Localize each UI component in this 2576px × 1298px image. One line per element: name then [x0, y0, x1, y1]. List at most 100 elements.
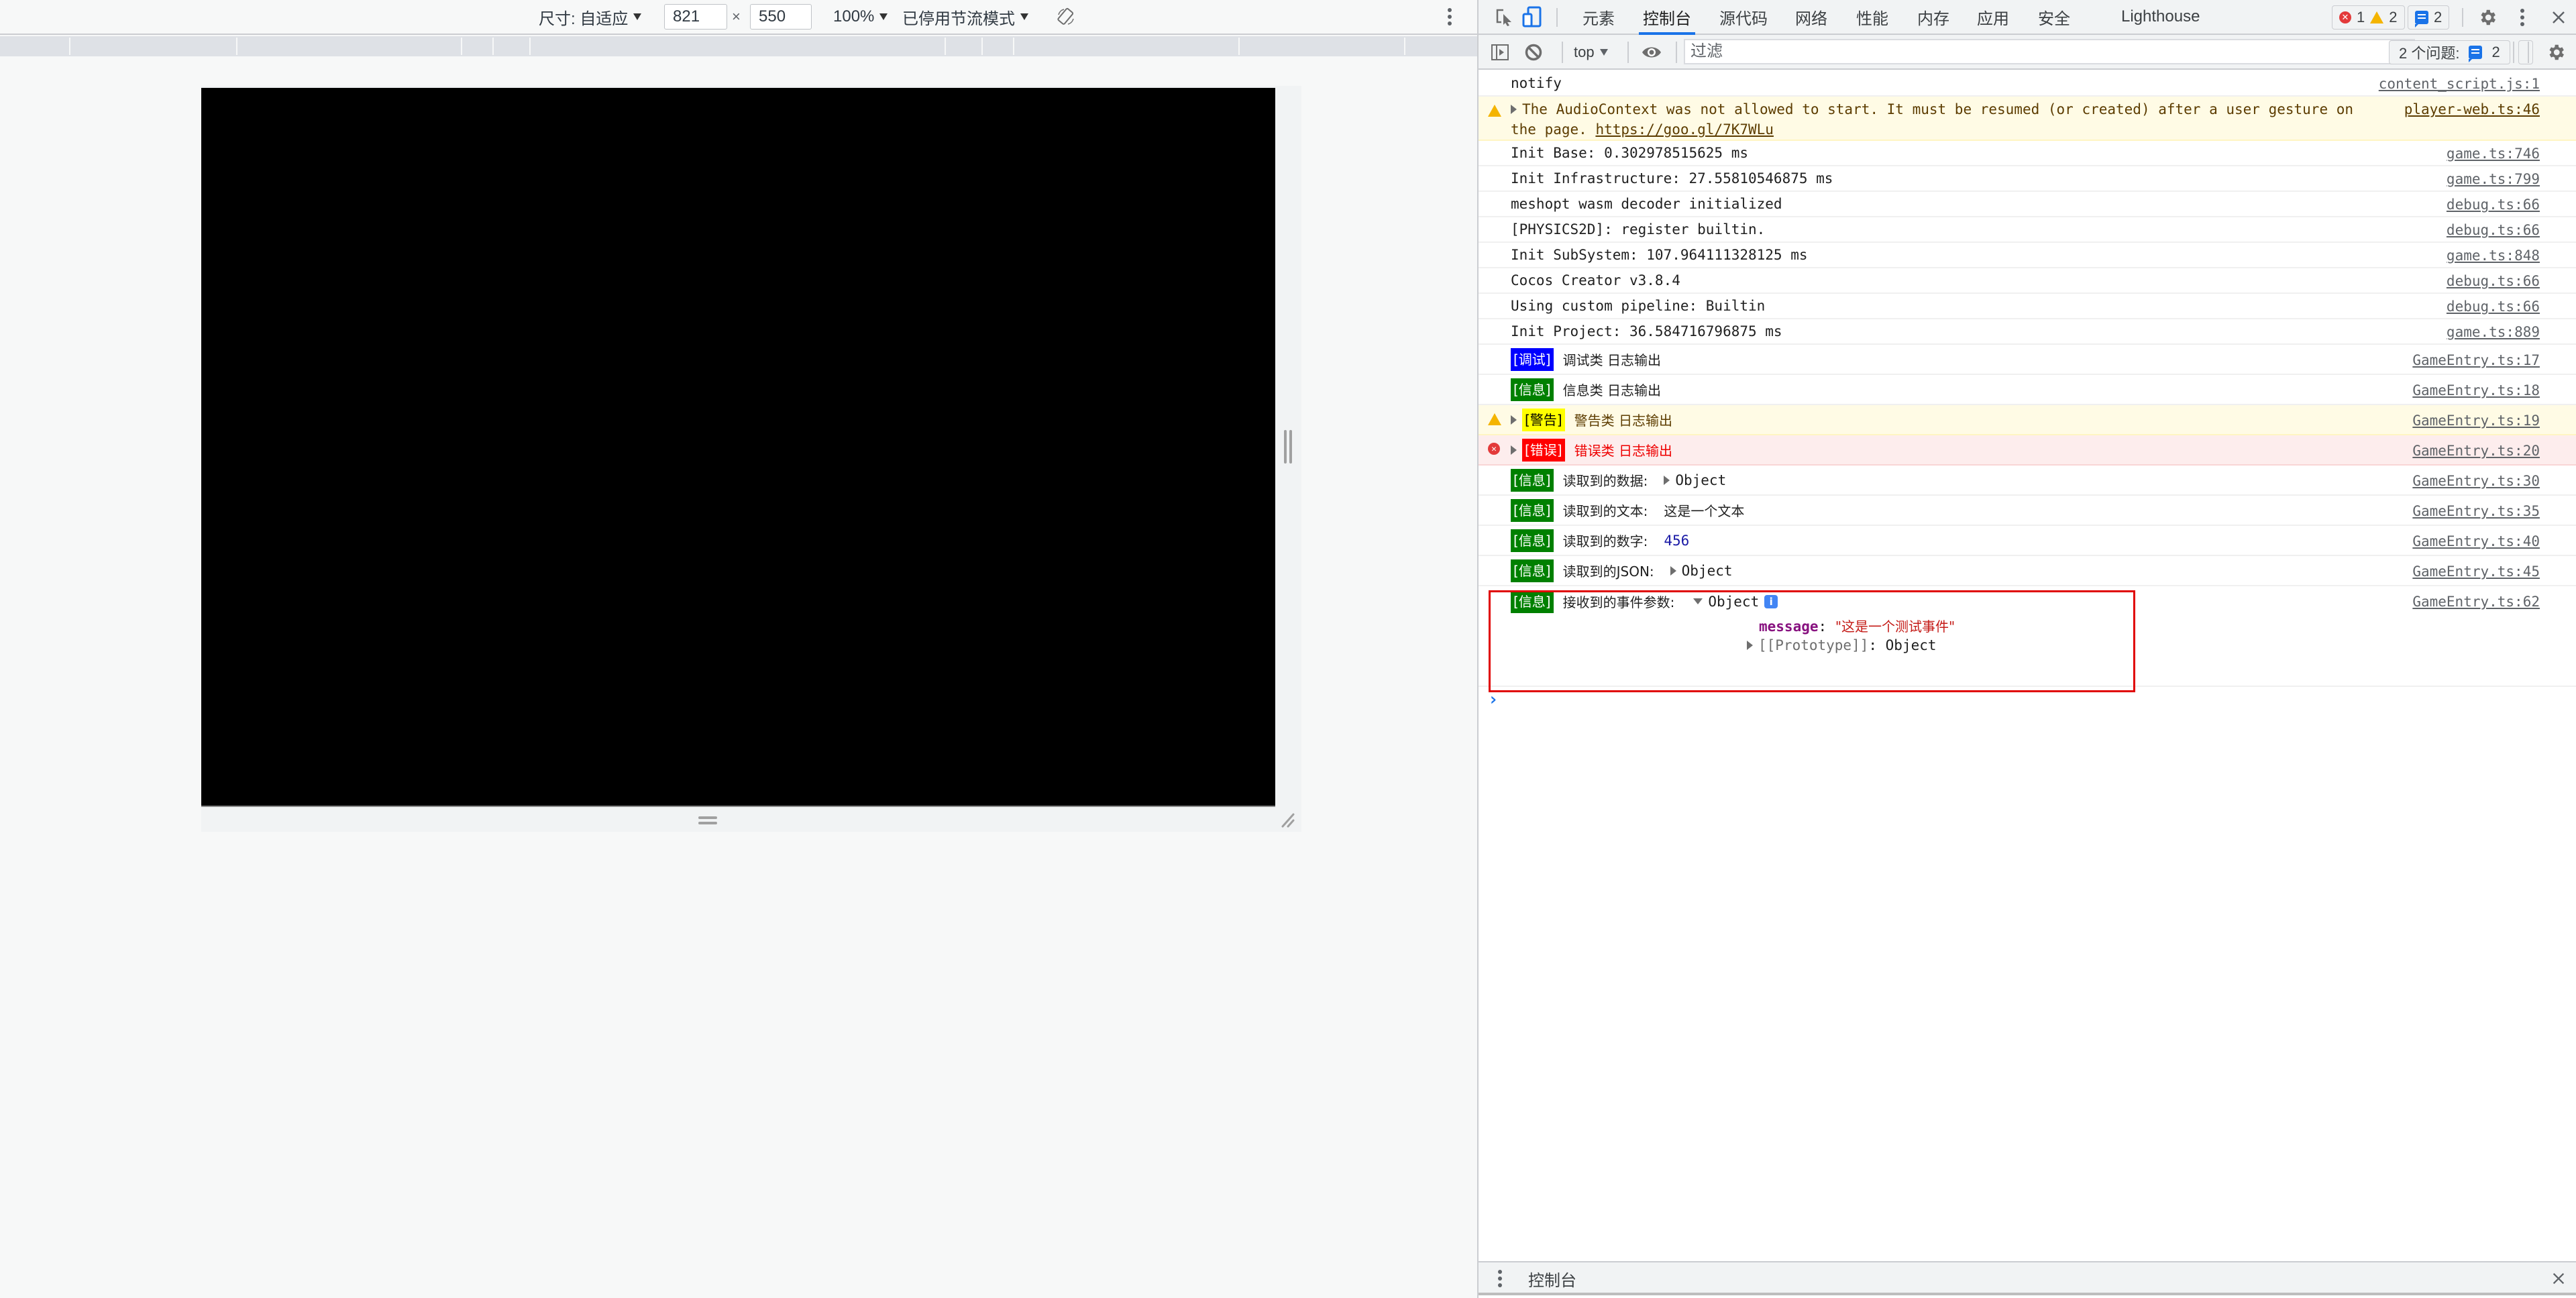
tab-memory[interactable]: 内存	[1917, 0, 1949, 34]
error-warning-counter[interactable]: ✕ 1 2	[2332, 5, 2405, 30]
number-value: 456	[1664, 532, 1690, 549]
console-message: meshopt wasm decoder initialized debug.t…	[1479, 192, 2576, 217]
chevron-down-icon	[1599, 49, 1608, 56]
source-link[interactable]: GameEntry.ts:19	[2412, 405, 2540, 435]
clear-console-button[interactable]	[1521, 40, 1546, 64]
message-text: 读取到的文本:	[1562, 503, 1648, 519]
source-link[interactable]: GameEntry.ts:62	[2412, 586, 2540, 616]
media-query-ruler[interactable]	[0, 36, 1477, 56]
toolbar-separator	[2513, 42, 2514, 63]
message-text: [PHYSICS2D]: register builtin.	[1511, 221, 1766, 237]
tab-sources[interactable]: 源代码	[1719, 0, 1768, 34]
tab-security[interactable]: 安全	[2038, 0, 2070, 34]
toggle-sidebar-button[interactable]	[1488, 40, 1512, 64]
source-link[interactable]: game.ts:889	[2447, 319, 2540, 345]
tab-elements[interactable]: 元素	[1582, 0, 1615, 34]
device-emulation-pane: 尺寸: 自适应 821 × 550 100% 已停用节流模式	[0, 0, 1477, 1298]
close-icon	[2553, 11, 2565, 23]
rotate-button[interactable]	[1056, 0, 1076, 34]
source-link[interactable]: game.ts:746	[2447, 141, 2540, 166]
device-height-input[interactable]: 550	[750, 4, 812, 30]
object-value[interactable]: Object	[1675, 472, 1726, 488]
source-link[interactable]: game.ts:799	[2447, 166, 2540, 192]
source-link[interactable]: game.ts:848	[2447, 243, 2540, 268]
dimensions-dropdown[interactable]: 尺寸: 自适应	[539, 0, 642, 34]
toolbar-separator	[1627, 42, 1629, 63]
source-link[interactable]: player-web.ts:46	[2404, 97, 2540, 122]
object-value[interactable]: Object	[1708, 594, 1759, 610]
resize-handle-right[interactable]	[1284, 430, 1293, 464]
console-settings-button[interactable]	[2544, 40, 2568, 64]
source-link[interactable]: debug.ts:66	[2447, 268, 2540, 294]
collapse-arrow-icon[interactable]	[1693, 598, 1703, 604]
tab-performance[interactable]: 性能	[1856, 0, 1888, 34]
context-selector[interactable]: top	[1574, 35, 1608, 70]
device-more-button[interactable]	[1446, 0, 1453, 34]
message-text: 信息类 日志输出	[1562, 382, 1661, 398]
device-toolbar-toggle[interactable]	[1520, 5, 1544, 30]
toolbar-separator	[1556, 8, 1558, 27]
source-link[interactable]: GameEntry.ts:18	[2412, 375, 2540, 405]
times-symbol: ×	[732, 8, 741, 25]
source-link[interactable]: GameEntry.ts:35	[2412, 496, 2540, 526]
issues-button[interactable]	[2518, 40, 2533, 64]
object-value[interactable]: Object	[1682, 563, 1733, 579]
resize-handle-corner[interactable]	[1280, 812, 1296, 828]
property-value: "这是一个测试事件"	[1835, 618, 1955, 635]
device-width-input[interactable]: 821	[664, 4, 727, 30]
error-count: 1	[2357, 9, 2365, 25]
source-link[interactable]: GameEntry.ts:40	[2412, 526, 2540, 556]
prototype-property[interactable]: [[Prototype]]: Object	[1747, 637, 1937, 653]
zoom-dropdown[interactable]: 100%	[833, 0, 888, 34]
throttle-dropdown[interactable]: 已停用节流模式	[902, 0, 1028, 34]
console-drawer-bar: 控制台	[1479, 1261, 2576, 1295]
source-link[interactable]: content_script.js:1	[2379, 71, 2540, 97]
resize-handle-bottom[interactable]	[698, 816, 717, 824]
message-count: 2	[2434, 9, 2443, 25]
devtools-menu-button[interactable]	[2510, 5, 2534, 30]
source-link[interactable]: debug.ts:66	[2447, 217, 2540, 243]
live-expression-button[interactable]	[1640, 40, 1664, 64]
tab-application[interactable]: 应用	[1977, 0, 2009, 34]
source-link[interactable]: GameEntry.ts:45	[2412, 556, 2540, 586]
inspect-element-button[interactable]	[1492, 5, 1516, 30]
expand-arrow-icon[interactable]	[1511, 415, 1517, 425]
source-link[interactable]: GameEntry.ts:20	[2412, 435, 2540, 466]
prototype-label: [[Prototype]]	[1758, 637, 1869, 653]
console-message-warning: The AudioContext was not allowed to star…	[1479, 97, 2576, 141]
drawer-menu-button[interactable]	[1488, 1266, 1512, 1291]
source-link[interactable]: debug.ts:66	[2447, 294, 2540, 319]
close-devtools-button[interactable]	[2546, 5, 2571, 30]
message-link[interactable]: https://goo.gl/7K7WLu	[1595, 121, 1774, 138]
issues-button[interactable]: 2 个问题: 2	[2389, 40, 2510, 64]
source-link[interactable]: GameEntry.ts:30	[2412, 466, 2540, 496]
clear-icon	[1525, 44, 1542, 61]
object-property: message: "这是一个测试事件"	[1759, 616, 1955, 635]
chevron-down-icon	[1020, 13, 1028, 20]
console-message: Init Project: 36.584716796875 ms game.ts…	[1479, 319, 2576, 345]
game-canvas[interactable]	[201, 88, 1275, 807]
drawer-tab-console[interactable]: 控制台	[1528, 1262, 1576, 1295]
console-filter-input[interactable]: 过滤	[1684, 39, 2415, 64]
console-message: Using custom pipeline: Builtin debug.ts:…	[1479, 294, 2576, 319]
info-icon[interactable]: i	[1764, 594, 1778, 608]
message-text: 接收到的事件参数:	[1562, 594, 1675, 610]
source-link[interactable]: debug.ts:66	[2447, 192, 2540, 217]
settings-button[interactable]	[2475, 5, 2500, 30]
source-link[interactable]: GameEntry.ts:17	[2412, 345, 2540, 375]
console-message: notify content_script.js:1	[1479, 71, 2576, 97]
rotate-icon	[1057, 7, 1074, 25]
expand-arrow-icon[interactable]	[1747, 641, 1753, 650]
expand-arrow-icon[interactable]	[1664, 475, 1670, 485]
expand-arrow-icon[interactable]	[1511, 445, 1517, 455]
gear-icon	[2481, 9, 2496, 25]
close-drawer-button[interactable]	[2546, 1266, 2571, 1291]
expand-arrow-icon[interactable]	[1511, 105, 1517, 114]
tab-network[interactable]: 网络	[1795, 0, 1827, 34]
eye-icon	[1642, 47, 1661, 58]
console-prompt[interactable]: ›	[1479, 687, 2576, 722]
issues-counter[interactable]: 2	[2408, 5, 2450, 30]
tab-console[interactable]: 控制台	[1639, 0, 1695, 35]
expand-arrow-icon[interactable]	[1670, 565, 1676, 576]
tab-lighthouse[interactable]: Lighthouse	[2121, 0, 2200, 34]
